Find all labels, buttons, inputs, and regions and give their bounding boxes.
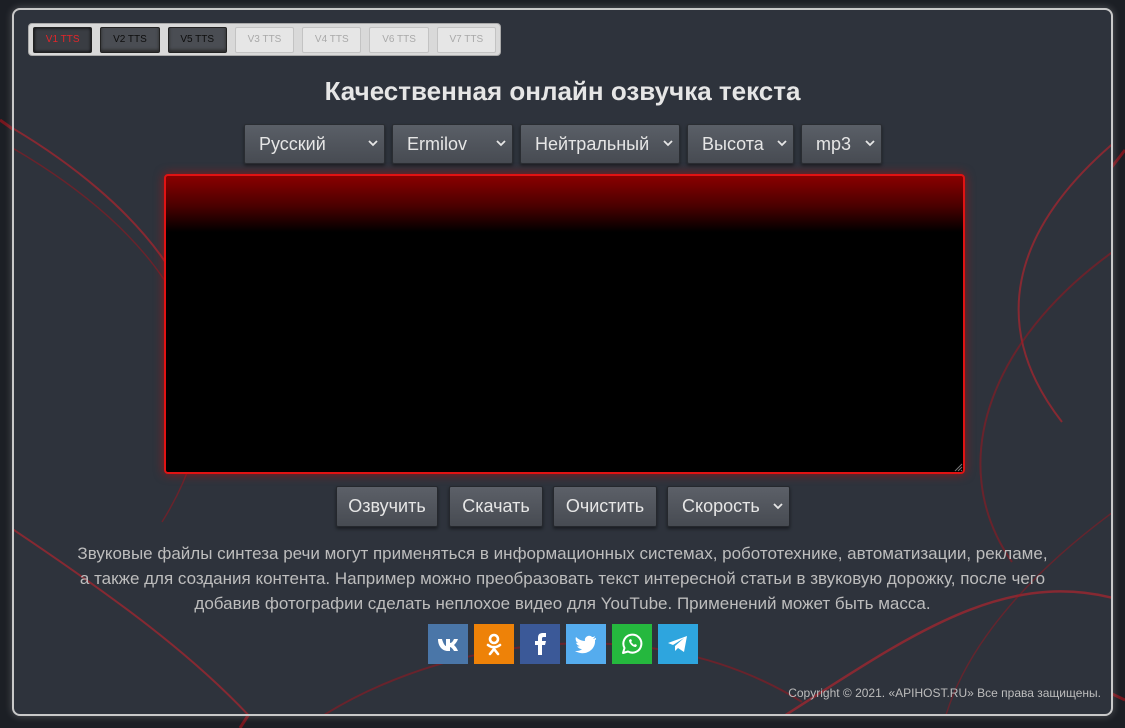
vk-share-button[interactable]	[428, 624, 468, 664]
version-tabs-bar: V1 TTS V2 TTS V5 TTS V3 TTS V4 TTS V6 TTS V7 T…	[28, 23, 501, 56]
speed-select-value: Скорость	[682, 496, 760, 516]
language-select[interactable]: Русский	[244, 124, 385, 164]
twitter-share-button[interactable]	[566, 624, 606, 664]
page-title: Качественная онлайн озвучка текста	[324, 76, 801, 106]
emotion-select[interactable]: Нейтральный	[520, 124, 680, 164]
odnoklassniki-icon	[486, 633, 502, 656]
speak-button[interactable]: Озвучить	[336, 486, 438, 527]
format-select-value: mp3	[816, 133, 852, 154]
version-tab-v3-tts: V3 TTS	[234, 26, 295, 53]
main-panel: V1 TTS V2 TTS V5 TTS V3 TTS V4 TTS V6 TTS V7 T…	[12, 8, 1113, 716]
chevron-down-icon	[773, 503, 783, 510]
format-select[interactable]: mp3	[801, 124, 882, 164]
telegram-share-button[interactable]	[658, 624, 698, 664]
download-button[interactable]: Скачать	[449, 486, 543, 527]
chevron-down-icon	[663, 140, 673, 147]
facebook-icon	[535, 633, 546, 655]
text-input-area[interactable]	[164, 174, 965, 474]
vk-icon	[438, 639, 458, 651]
version-tab-v7-tts: V7 TTS	[436, 26, 496, 53]
version-tab-v4-tts: V4 TTS	[302, 26, 362, 53]
voice-select[interactable]: Ermilov	[392, 124, 513, 164]
chevron-down-icon	[496, 140, 506, 147]
language-select-value: Русский	[259, 133, 326, 154]
voice-select-value: Ermilov	[407, 133, 468, 154]
speed-select[interactable]: Скорость	[667, 486, 790, 527]
version-tab-v6-tts: V6 TTS	[369, 26, 429, 53]
whatsapp-icon	[622, 633, 643, 654]
facebook-share-button[interactable]	[520, 624, 560, 664]
version-tab-v2-tts[interactable]: V2 TTS	[100, 26, 160, 53]
clear-button[interactable]: Очистить	[553, 486, 657, 527]
description-text: Звуковые файлы синтеза речи могут примен…	[77, 544, 1048, 613]
odnoklassniki-share-button[interactable]	[474, 624, 514, 664]
chevron-down-icon	[865, 140, 875, 147]
pitch-select[interactable]: Высота	[687, 124, 794, 164]
chevron-down-icon	[777, 140, 787, 147]
whatsapp-share-button[interactable]	[612, 624, 652, 664]
pitch-select-value: Высота	[702, 133, 764, 154]
version-tab-v5-tts[interactable]: V5 TTS	[167, 26, 227, 53]
telegram-icon	[668, 636, 687, 652]
twitter-icon	[575, 635, 596, 654]
emotion-select-value: Нейтральный	[535, 133, 650, 154]
version-tab-v1-tts[interactable]: V1 TTS	[33, 26, 93, 53]
chevron-down-icon	[368, 140, 378, 147]
resize-handle-icon[interactable]	[953, 462, 963, 472]
copyright-text: Copyright © 2021. «APIHOST.RU» Все права…	[788, 686, 1101, 700]
